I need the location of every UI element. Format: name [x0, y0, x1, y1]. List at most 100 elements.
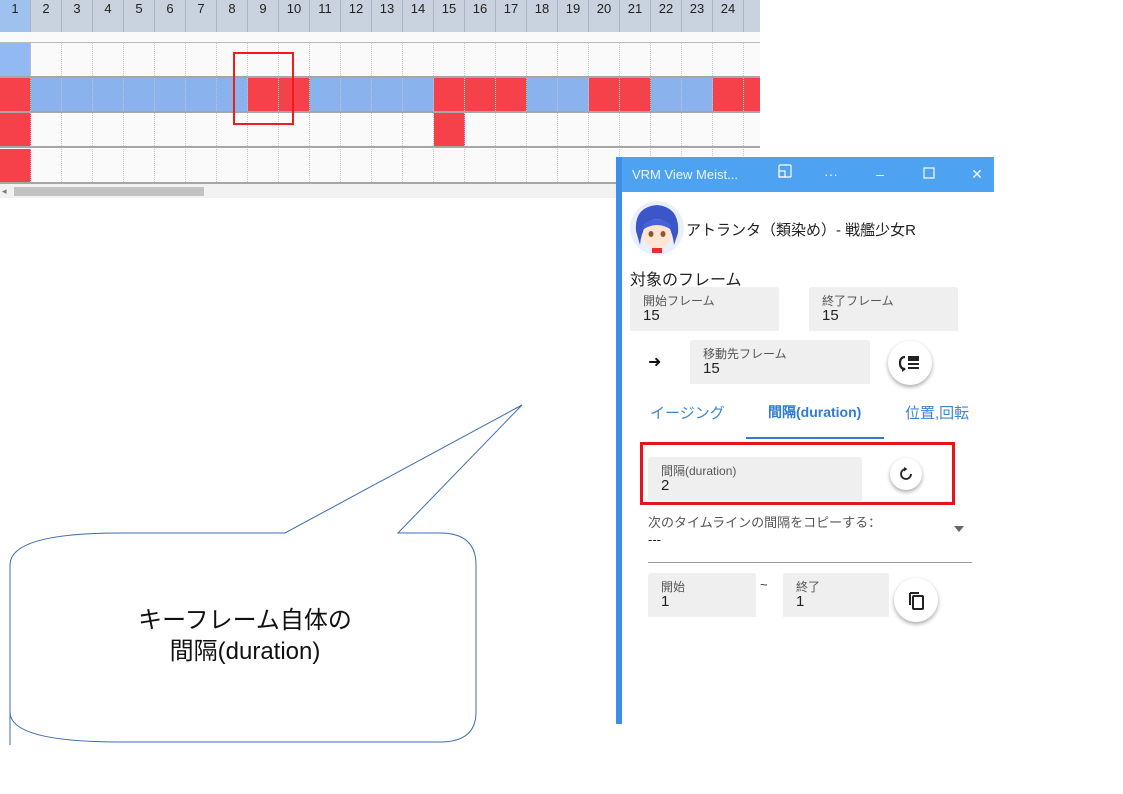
timeline-cell[interactable]	[310, 113, 341, 146]
move-frames-button[interactable]	[888, 341, 932, 385]
timeline-cell[interactable]	[465, 113, 496, 146]
timeline-cell[interactable]	[527, 149, 558, 182]
frame-header-4[interactable]: 4	[93, 0, 124, 32]
range-start-value[interactable]: 1	[661, 593, 669, 610]
copy-button[interactable]	[894, 578, 938, 622]
timeline-cell[interactable]	[403, 113, 434, 146]
timeline-cell[interactable]	[93, 149, 124, 182]
timeline-cell[interactable]	[403, 149, 434, 182]
timeline-cell[interactable]	[31, 78, 62, 111]
track-label-cell[interactable]	[0, 78, 31, 111]
dest-frame-field[interactable]: 移動先フレーム 15	[690, 340, 870, 384]
timeline-cell[interactable]	[496, 149, 527, 182]
frame-header-7[interactable]: 7	[186, 0, 217, 32]
timeline-cell[interactable]	[248, 149, 279, 182]
timeline-cell[interactable]	[62, 113, 93, 146]
frame-header-20[interactable]: 20	[589, 0, 620, 32]
timeline-cell[interactable]	[372, 113, 403, 146]
frame-header-3[interactable]: 3	[62, 0, 93, 32]
frame-header-9[interactable]: 9	[248, 0, 279, 32]
start-frame-value[interactable]: 15	[643, 307, 660, 324]
track-label-cell[interactable]	[0, 149, 31, 182]
timeline-cell[interactable]	[372, 78, 403, 111]
frame-header-10[interactable]: 10	[279, 0, 310, 32]
timeline-cell[interactable]	[403, 43, 434, 76]
track-label-cell[interactable]	[0, 113, 31, 146]
dest-frame-value[interactable]: 15	[703, 360, 720, 377]
timeline-cell[interactable]	[496, 113, 527, 146]
frame-header-14[interactable]: 14	[403, 0, 434, 32]
keyframe-cell[interactable]	[713, 78, 744, 111]
timeline-cell[interactable]	[186, 113, 217, 146]
timeline-cell[interactable]	[124, 78, 155, 111]
frame-header-2[interactable]: 2	[31, 0, 62, 32]
frame-header-17[interactable]: 17	[496, 0, 527, 32]
frame-header-23[interactable]: 23	[682, 0, 713, 32]
timeline-cell[interactable]	[496, 43, 527, 76]
timeline-cell[interactable]	[744, 43, 760, 76]
frame-header-18[interactable]: 18	[527, 0, 558, 32]
end-frame-field[interactable]: 終了フレーム 15	[809, 287, 958, 331]
timeline-cell[interactable]	[186, 149, 217, 182]
tab-duration[interactable]: 間隔(duration)	[768, 402, 861, 422]
keyframe-cell[interactable]	[434, 113, 465, 146]
maximize-icon[interactable]	[914, 163, 944, 185]
frame-header-24[interactable]: 24	[713, 0, 744, 32]
keyframe-cell[interactable]	[434, 78, 465, 111]
timeline-cell[interactable]	[372, 43, 403, 76]
timeline-cell[interactable]	[124, 149, 155, 182]
timeline-cell[interactable]	[434, 149, 465, 182]
frame-header-19[interactable]: 19	[558, 0, 589, 32]
track-label-cell[interactable]	[0, 43, 31, 76]
timeline-cell[interactable]	[558, 113, 589, 146]
timeline-cell[interactable]	[589, 113, 620, 146]
timeline-cell[interactable]	[155, 113, 186, 146]
timeline-cell[interactable]	[186, 78, 217, 111]
more-icon[interactable]: ···	[816, 163, 846, 185]
timeline-cell[interactable]	[527, 78, 558, 111]
timeline-cell[interactable]	[465, 149, 496, 182]
end-frame-value[interactable]: 15	[822, 307, 839, 324]
timeline-cell[interactable]	[93, 78, 124, 111]
timeline-cell[interactable]	[155, 149, 186, 182]
timeline-cell[interactable]	[682, 78, 713, 111]
timeline-cell[interactable]	[527, 113, 558, 146]
frame-header-16[interactable]: 16	[465, 0, 496, 32]
keyframe-cell[interactable]	[465, 78, 496, 111]
timeline-cell[interactable]	[341, 113, 372, 146]
timeline-cell[interactable]	[62, 149, 93, 182]
timeline-cell[interactable]	[31, 113, 62, 146]
timeline-cell[interactable]	[341, 78, 372, 111]
timeline-cell[interactable]	[620, 43, 651, 76]
timeline-cell[interactable]	[372, 149, 403, 182]
timeline-cell[interactable]	[682, 113, 713, 146]
frame-header-5[interactable]: 5	[124, 0, 155, 32]
frame-header-8[interactable]: 8	[217, 0, 248, 32]
title-bar[interactable]: VRM View Meist... ··· – ✕	[622, 157, 994, 192]
timeline-cell[interactable]	[217, 149, 248, 182]
timeline-cell[interactable]	[93, 113, 124, 146]
timeline-cell[interactable]	[651, 43, 682, 76]
frame-header-6[interactable]: 6	[155, 0, 186, 32]
timeline-cell[interactable]	[310, 43, 341, 76]
range-end-field[interactable]: 終了 1	[783, 573, 889, 617]
timeline-cell[interactable]	[186, 43, 217, 76]
timeline-cell[interactable]	[310, 78, 341, 111]
timeline-cell[interactable]	[434, 43, 465, 76]
timeline-cell[interactable]	[558, 43, 589, 76]
frame-header-11[interactable]: 11	[310, 0, 341, 32]
timeline-cell[interactable]	[155, 78, 186, 111]
frame-header-1[interactable]: 1	[0, 0, 31, 32]
copy-select-value[interactable]: ---	[648, 532, 661, 547]
timeline-cell[interactable]	[651, 78, 682, 111]
timeline-cell[interactable]	[651, 113, 682, 146]
frame-header-21[interactable]: 21	[620, 0, 651, 32]
timeline-cell[interactable]	[713, 113, 744, 146]
frame-header-12[interactable]: 12	[341, 0, 372, 32]
restore-window-icon[interactable]	[770, 163, 800, 185]
timeline-cell[interactable]	[465, 43, 496, 76]
start-frame-field[interactable]: 開始フレーム 15	[630, 287, 779, 331]
scrollbar-thumb[interactable]	[14, 187, 204, 196]
range-start-field[interactable]: 開始 1	[648, 573, 756, 617]
timeline-cell[interactable]	[31, 43, 62, 76]
